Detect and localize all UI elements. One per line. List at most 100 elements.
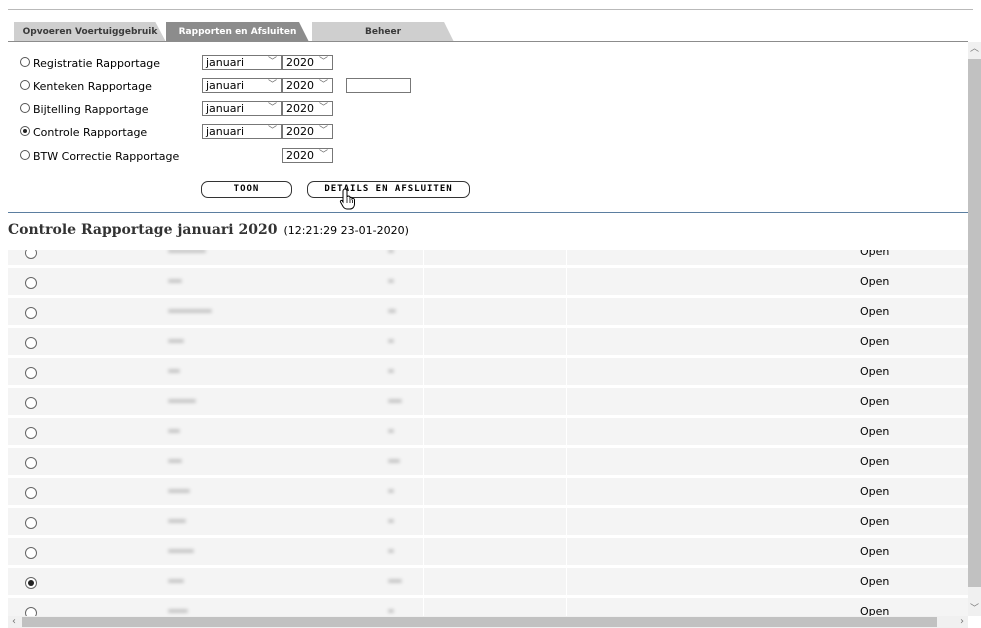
column-divider bbox=[566, 598, 567, 616]
row-radio[interactable] bbox=[25, 307, 37, 319]
table-row[interactable]: Open bbox=[8, 508, 968, 535]
radio-bijtelling[interactable] bbox=[20, 103, 30, 113]
horizontal-scroll-thumb[interactable] bbox=[22, 617, 937, 627]
table-row[interactable]: Open bbox=[8, 298, 968, 325]
redacted-cell bbox=[168, 579, 184, 583]
table-row[interactable]: Open bbox=[8, 328, 968, 355]
row-radio[interactable] bbox=[25, 397, 37, 409]
column-divider bbox=[423, 328, 424, 355]
status-cell: Open bbox=[860, 395, 890, 408]
horizontal-scrollbar[interactable]: ‹ › bbox=[8, 616, 968, 628]
redacted-cell bbox=[168, 459, 182, 463]
year-select-bijtelling[interactable]: 2020 ﹀ bbox=[282, 101, 333, 116]
redacted-cell bbox=[388, 609, 394, 613]
row-radio[interactable] bbox=[25, 457, 37, 469]
row-radio[interactable] bbox=[25, 277, 37, 289]
chevron-down-icon: ﹀ bbox=[318, 80, 328, 90]
table-row[interactable]: Open bbox=[8, 538, 968, 565]
redacted-cell bbox=[168, 399, 196, 403]
column-divider bbox=[566, 358, 567, 385]
redacted-cell bbox=[388, 519, 394, 523]
section-divider bbox=[8, 212, 968, 213]
chevron-up-icon[interactable]: ︿ bbox=[968, 42, 981, 56]
table-row[interactable]: Open bbox=[8, 478, 968, 505]
chevron-down-icon: ﹀ bbox=[267, 80, 277, 90]
tab-bar: Opvoeren Voertuiggebruik Rapporten en Af… bbox=[14, 22, 914, 42]
table-row[interactable]: Open bbox=[8, 388, 968, 415]
column-divider bbox=[566, 268, 567, 295]
table-row[interactable]: Open bbox=[8, 568, 968, 595]
tab-rapporten-en-afsluiten[interactable]: Rapporten en Afsluiten bbox=[166, 22, 309, 42]
status-cell: Open bbox=[860, 605, 890, 616]
table-row[interactable]: Open bbox=[8, 418, 968, 445]
column-divider bbox=[566, 418, 567, 445]
redacted-cell bbox=[388, 459, 400, 463]
redacted-cell bbox=[168, 250, 206, 253]
radio-registratie[interactable] bbox=[20, 57, 30, 67]
column-divider bbox=[566, 478, 567, 505]
chevron-down-icon: ﹀ bbox=[318, 126, 328, 136]
redacted-cell bbox=[388, 369, 394, 373]
label-kenteken: Kenteken Rapportage bbox=[33, 80, 152, 93]
radio-controle[interactable] bbox=[20, 126, 30, 136]
row-radio[interactable] bbox=[25, 367, 37, 379]
chevron-down-icon: ﹀ bbox=[318, 103, 328, 113]
redacted-cell bbox=[168, 339, 184, 343]
row-radio[interactable] bbox=[25, 607, 37, 616]
year-select-kenteken[interactable]: 2020 ﹀ bbox=[282, 78, 333, 93]
row-radio[interactable] bbox=[25, 487, 37, 499]
column-divider bbox=[423, 250, 424, 265]
year-select-registratie[interactable]: 2020 ﹀ bbox=[282, 55, 333, 70]
redacted-cell bbox=[168, 549, 194, 553]
row-radio[interactable] bbox=[25, 337, 37, 349]
report-title: Controle Rapportage januari 2020 bbox=[8, 222, 278, 238]
table-row[interactable]: Open bbox=[8, 448, 968, 475]
month-select-kenteken[interactable]: januari ﹀ bbox=[202, 78, 282, 93]
tab-opvoeren-voertuiggebruik[interactable]: Opvoeren Voertuiggebruik bbox=[14, 22, 166, 42]
tab-underline bbox=[8, 41, 968, 42]
month-select-controle[interactable]: januari ﹀ bbox=[202, 124, 282, 139]
radio-btw[interactable] bbox=[20, 150, 30, 160]
table-row[interactable]: Open bbox=[8, 268, 968, 295]
vertical-scroll-thumb[interactable] bbox=[968, 59, 981, 587]
row-radio[interactable] bbox=[25, 547, 37, 559]
vertical-scrollbar[interactable]: ︿ ﹀ bbox=[968, 42, 981, 616]
status-cell: Open bbox=[860, 275, 890, 288]
column-divider bbox=[566, 448, 567, 475]
row-radio[interactable] bbox=[25, 577, 37, 589]
column-divider bbox=[423, 538, 424, 565]
table-row[interactable]: Open bbox=[8, 250, 968, 265]
column-divider bbox=[566, 250, 567, 265]
chevron-right-icon[interactable]: › bbox=[956, 616, 968, 628]
table-row[interactable]: Open bbox=[8, 598, 968, 616]
year-select-btw[interactable]: 2020 ﹀ bbox=[282, 148, 333, 163]
kenteken-input[interactable] bbox=[346, 78, 411, 93]
toon-button[interactable]: TOON bbox=[201, 181, 292, 198]
row-radio[interactable] bbox=[25, 517, 37, 529]
row-radio[interactable] bbox=[25, 250, 37, 259]
column-divider bbox=[423, 508, 424, 535]
chevron-down-icon[interactable]: ﹀ bbox=[968, 602, 981, 616]
redacted-cell bbox=[388, 279, 394, 283]
form-row-bijtelling: Bijtelling Rapportage januari ﹀ 2020 ﹀ bbox=[20, 101, 470, 117]
column-divider bbox=[566, 508, 567, 535]
table-row[interactable]: Open bbox=[8, 358, 968, 385]
column-divider bbox=[423, 418, 424, 445]
radio-kenteken[interactable] bbox=[20, 80, 30, 90]
tab-beheer[interactable]: Beheer bbox=[312, 22, 454, 42]
form-row-btw: BTW Correctie Rapportage 2020 ﹀ bbox=[20, 148, 470, 164]
redacted-cell bbox=[388, 399, 402, 403]
redacted-cell bbox=[388, 309, 396, 313]
chevron-down-icon: ﹀ bbox=[267, 126, 277, 136]
redacted-cell bbox=[168, 429, 180, 433]
status-cell: Open bbox=[860, 515, 890, 528]
column-divider bbox=[423, 598, 424, 616]
chevron-left-icon[interactable]: ‹ bbox=[8, 616, 20, 628]
row-radio[interactable] bbox=[25, 427, 37, 439]
details-en-afsluiten-button[interactable]: DETAILS EN AFSLUITEN bbox=[307, 181, 470, 198]
column-divider bbox=[423, 448, 424, 475]
report-heading: Controle Rapportage januari 2020 (12:21:2… bbox=[8, 222, 409, 238]
month-select-bijtelling[interactable]: januari ﹀ bbox=[202, 101, 282, 116]
year-select-controle[interactable]: 2020 ﹀ bbox=[282, 124, 333, 139]
month-select-registratie[interactable]: januari ﹀ bbox=[202, 55, 282, 70]
